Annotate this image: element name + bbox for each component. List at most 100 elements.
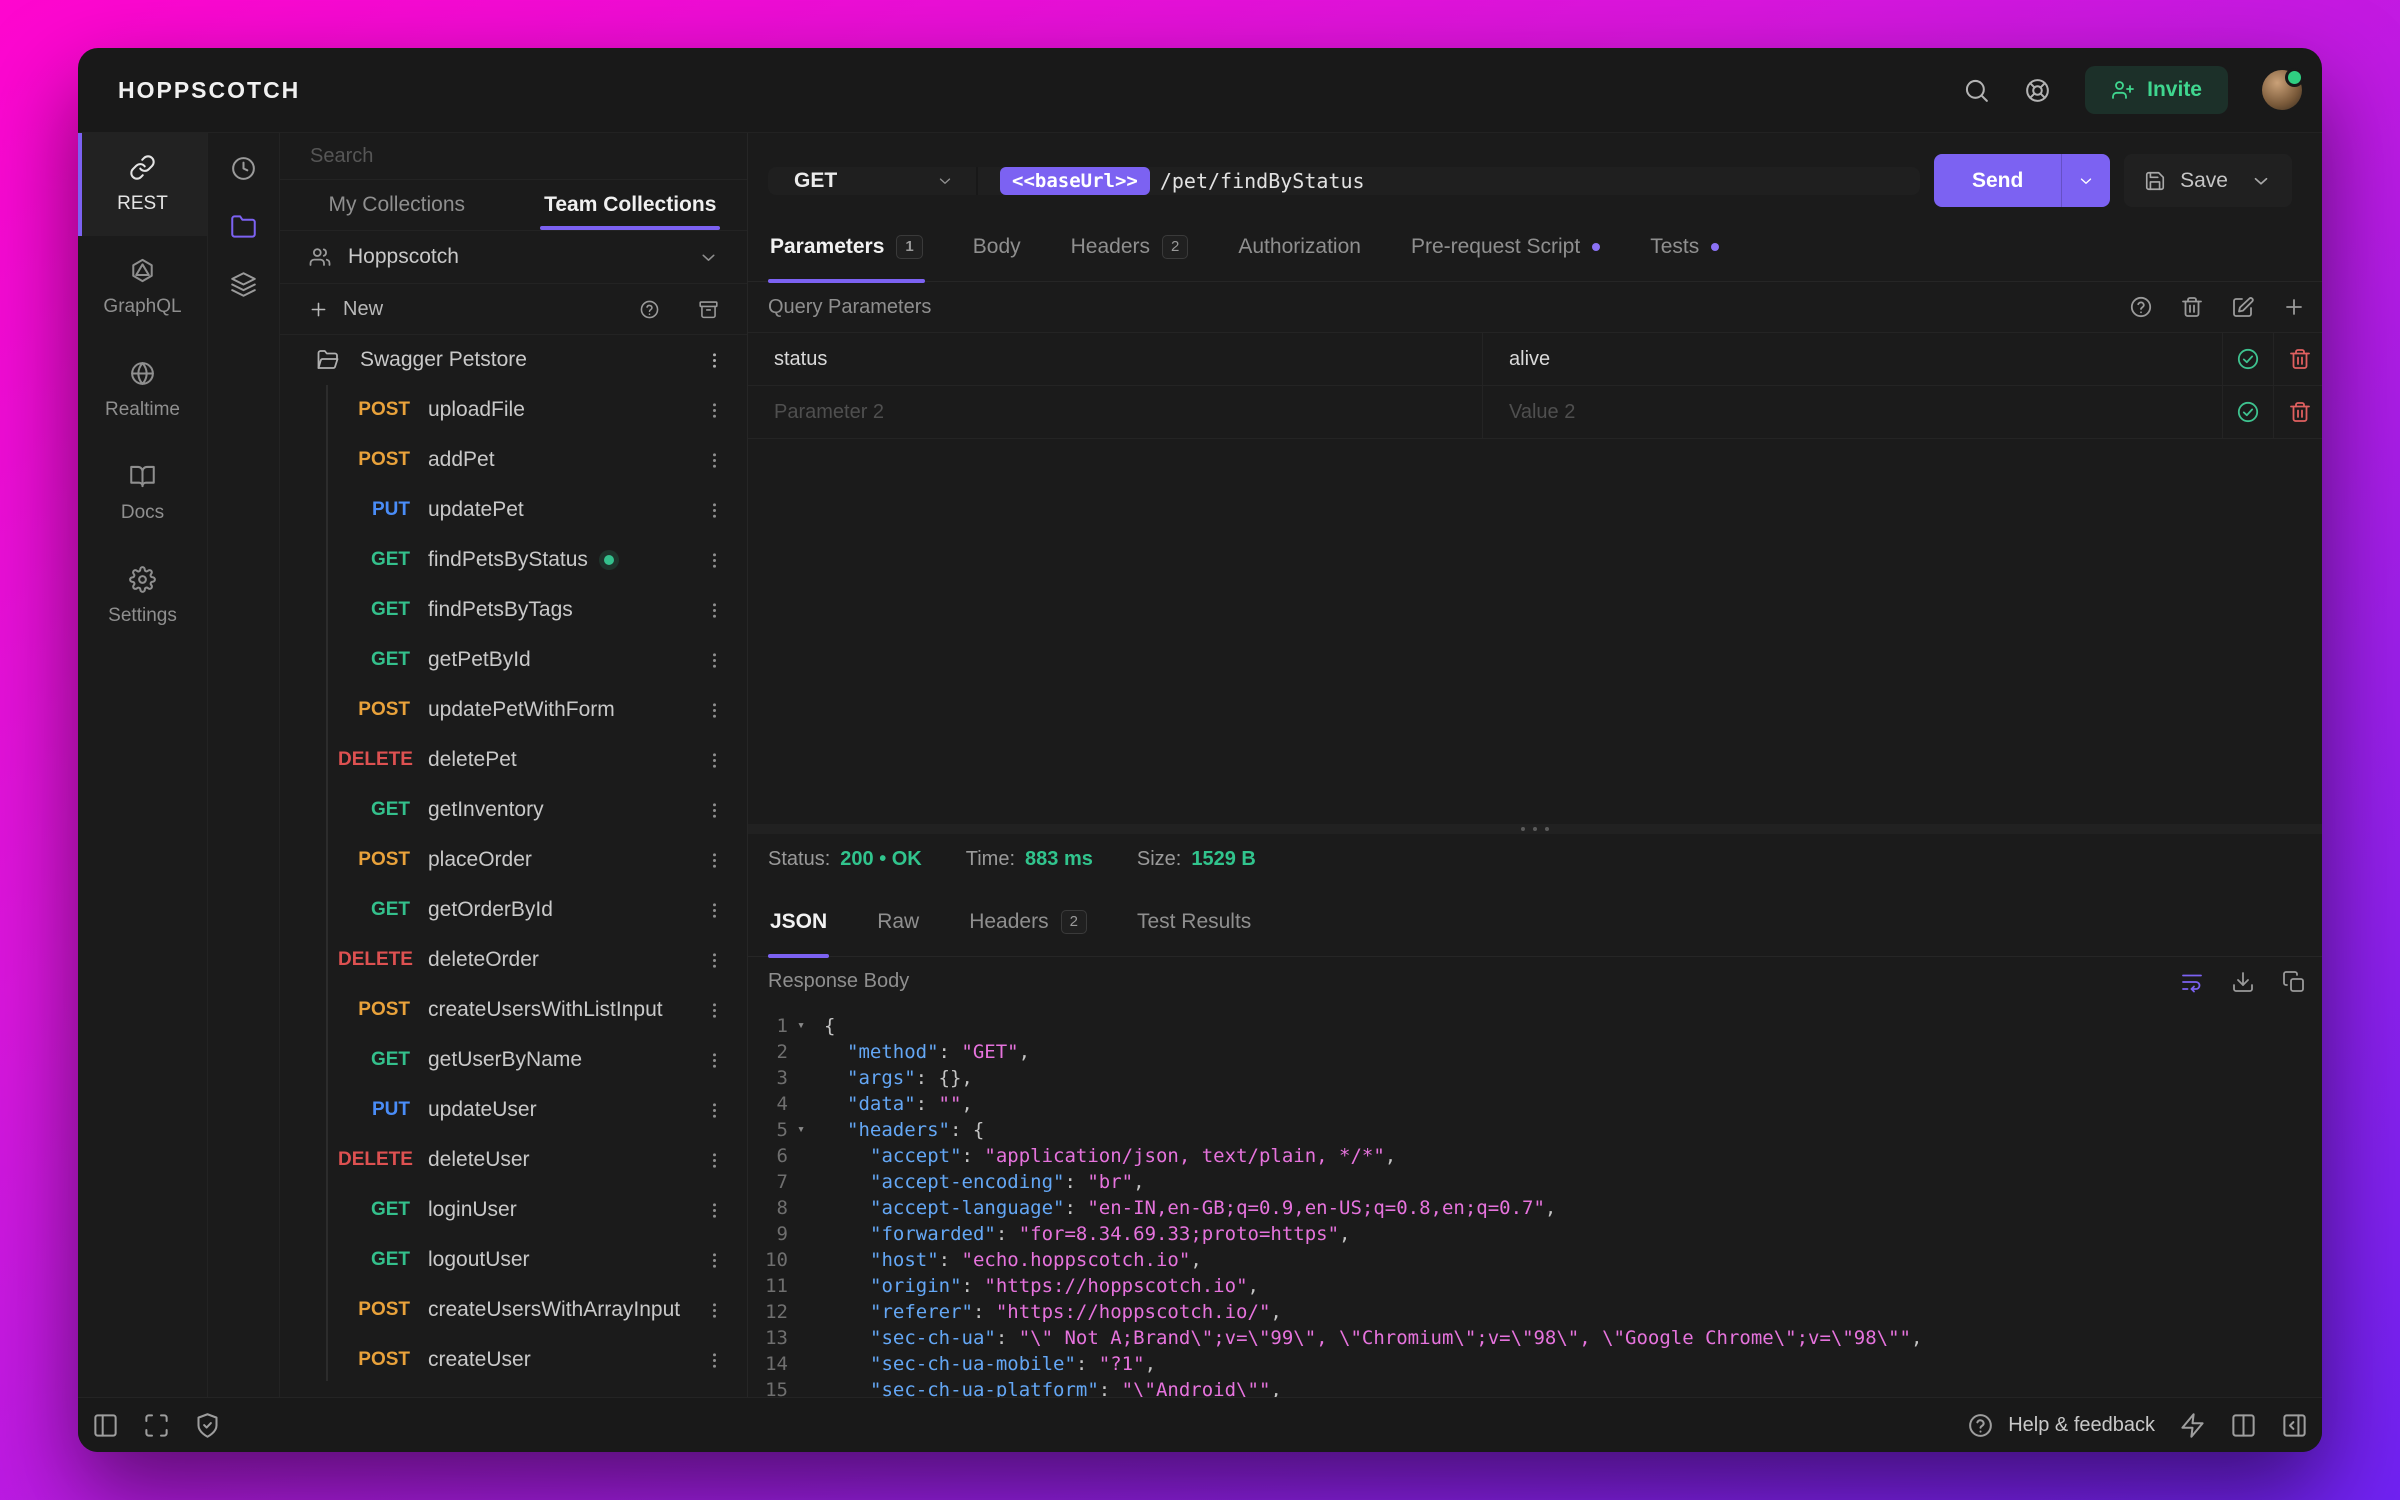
- kebab-menu-icon[interactable]: [704, 400, 725, 421]
- kebab-menu-icon[interactable]: [704, 750, 725, 771]
- request-item[interactable]: GET getOrderById: [280, 885, 747, 935]
- nav-item-docs[interactable]: Docs: [78, 442, 207, 545]
- param-key-field[interactable]: Parameter 2: [748, 386, 1482, 438]
- param-value-field[interactable]: Value 2: [1482, 386, 2222, 438]
- kebab-menu-icon[interactable]: [704, 1300, 725, 1321]
- new-collection-button[interactable]: New: [343, 298, 383, 321]
- kebab-menu-icon[interactable]: [704, 950, 725, 971]
- download-icon[interactable]: [2231, 970, 2255, 994]
- request-item[interactable]: GET getUserByName: [280, 1035, 747, 1085]
- nav-item-rest[interactable]: REST: [78, 133, 207, 236]
- tab-json[interactable]: JSON: [768, 910, 830, 958]
- expand-icon[interactable]: [143, 1412, 170, 1439]
- kebab-menu-icon[interactable]: [704, 700, 725, 721]
- kebab-menu-icon[interactable]: [704, 500, 725, 521]
- tab-parameters[interactable]: Parameters 1: [768, 235, 925, 283]
- request-item[interactable]: GET findPetsByStatus: [280, 535, 747, 585]
- shield-icon[interactable]: [194, 1412, 221, 1439]
- delete-all-icon[interactable]: [2180, 295, 2204, 319]
- nav-item-settings[interactable]: Settings: [78, 545, 207, 648]
- kebab-menu-icon[interactable]: [704, 1100, 725, 1121]
- save-options-caret[interactable]: [2250, 170, 2272, 192]
- nav-item-graphql[interactable]: GraphQL: [78, 236, 207, 339]
- kebab-menu-icon[interactable]: [668, 350, 725, 371]
- request-item[interactable]: POST createUsersWithArrayInput: [280, 1285, 747, 1335]
- columns-icon[interactable]: [2230, 1412, 2257, 1439]
- response-body-editor[interactable]: 1 ▾{2 "method": "GET", 3 "args": {}, 4 "data":…: [748, 1007, 2322, 1398]
- request-item[interactable]: PUT updatePet: [280, 485, 747, 535]
- param-delete-button[interactable]: [2273, 333, 2322, 385]
- kebab-menu-icon[interactable]: [704, 1200, 725, 1221]
- search-icon[interactable]: [1963, 77, 1990, 104]
- kebab-menu-icon[interactable]: [704, 600, 725, 621]
- collection-folder[interactable]: [280, 1385, 747, 1397]
- request-item[interactable]: GET getInventory: [280, 785, 747, 835]
- param-key-field[interactable]: status: [748, 333, 1482, 385]
- param-delete-button[interactable]: [2273, 386, 2322, 438]
- tab-test-results[interactable]: Test Results: [1135, 910, 1253, 956]
- kebab-menu-icon[interactable]: [704, 1250, 725, 1271]
- search-input[interactable]: [280, 144, 747, 168]
- tab-tests[interactable]: Tests: [1648, 235, 1721, 281]
- tab-body[interactable]: Body: [971, 235, 1023, 281]
- kebab-menu-icon[interactable]: [704, 650, 725, 671]
- tab-team-collections[interactable]: Team Collections: [514, 180, 748, 230]
- request-item[interactable]: DELETE deletePet: [280, 735, 747, 785]
- wrap-icon[interactable]: [2180, 970, 2204, 994]
- panel-tab-history[interactable]: [223, 147, 265, 189]
- request-item[interactable]: POST addPet: [280, 435, 747, 485]
- request-item[interactable]: DELETE deleteUser: [280, 1135, 747, 1185]
- kebab-menu-icon[interactable]: [704, 450, 725, 471]
- method-select[interactable]: GET: [768, 166, 978, 195]
- tab-headers[interactable]: Headers 2: [967, 909, 1089, 956]
- request-item[interactable]: POST updatePetWithForm: [280, 685, 747, 735]
- invite-button[interactable]: Invite: [2085, 66, 2228, 114]
- kebab-menu-icon[interactable]: [704, 850, 725, 871]
- edit-icon[interactable]: [2231, 295, 2255, 319]
- kebab-menu-icon[interactable]: [704, 800, 725, 821]
- kebab-menu-icon[interactable]: [704, 550, 725, 571]
- plus-icon[interactable]: [308, 299, 329, 320]
- tab-headers[interactable]: Headers 2: [1069, 235, 1191, 281]
- help-feedback-button[interactable]: Help & feedback: [1967, 1412, 2155, 1439]
- zap-icon[interactable]: [2179, 1412, 2206, 1439]
- request-item[interactable]: POST uploadFile: [280, 385, 747, 435]
- add-param-icon[interactable]: [2282, 295, 2306, 319]
- save-button[interactable]: Save: [2124, 154, 2292, 207]
- collection-folder[interactable]: Swagger Petstore: [280, 335, 747, 385]
- tab-pre-request-script[interactable]: Pre-request Script: [1409, 235, 1602, 281]
- param-value-field[interactable]: alive: [1482, 333, 2222, 385]
- kebab-menu-icon[interactable]: [704, 1000, 725, 1021]
- panel-tab-collections[interactable]: [223, 205, 265, 247]
- request-item[interactable]: POST createUsersWithListInput: [280, 985, 747, 1035]
- request-item[interactable]: POST createUser: [280, 1335, 747, 1385]
- param-enabled-toggle[interactable]: [2222, 333, 2273, 385]
- copy-icon[interactable]: [2282, 970, 2306, 994]
- kebab-menu-icon[interactable]: [704, 900, 725, 921]
- tab-raw[interactable]: Raw: [875, 910, 921, 956]
- send-button[interactable]: Send: [1934, 154, 2111, 207]
- panel-tab-environments[interactable]: [223, 263, 265, 305]
- help-icon[interactable]: [2129, 295, 2153, 319]
- tab-my-collections[interactable]: My Collections: [280, 180, 514, 230]
- archive-icon[interactable]: [698, 299, 719, 320]
- lifebuoy-icon[interactable]: [2024, 77, 2051, 104]
- request-item[interactable]: PUT updateUser: [280, 1085, 747, 1135]
- request-item[interactable]: GET findPetsByTags: [280, 585, 747, 635]
- param-enabled-toggle[interactable]: [2222, 386, 2273, 438]
- send-options-caret[interactable]: [2061, 154, 2110, 207]
- team-selector[interactable]: Hoppscotch: [280, 231, 747, 284]
- tab-authorization[interactable]: Authorization: [1236, 235, 1363, 281]
- nav-item-realtime[interactable]: Realtime: [78, 339, 207, 442]
- resize-handle[interactable]: [748, 823, 2322, 834]
- request-item[interactable]: GET getPetById: [280, 635, 747, 685]
- url-input[interactable]: <<baseUrl>> /pet/findByStatus: [978, 166, 1920, 195]
- request-item[interactable]: DELETE deleteOrder: [280, 935, 747, 985]
- avatar[interactable]: [2262, 68, 2304, 110]
- kebab-menu-icon[interactable]: [704, 1050, 725, 1071]
- request-item[interactable]: GET logoutUser: [280, 1235, 747, 1285]
- help-icon[interactable]: [639, 299, 660, 320]
- kebab-menu-icon[interactable]: [704, 1150, 725, 1171]
- panel-right-icon[interactable]: [2281, 1412, 2308, 1439]
- request-item[interactable]: GET loginUser: [280, 1185, 747, 1235]
